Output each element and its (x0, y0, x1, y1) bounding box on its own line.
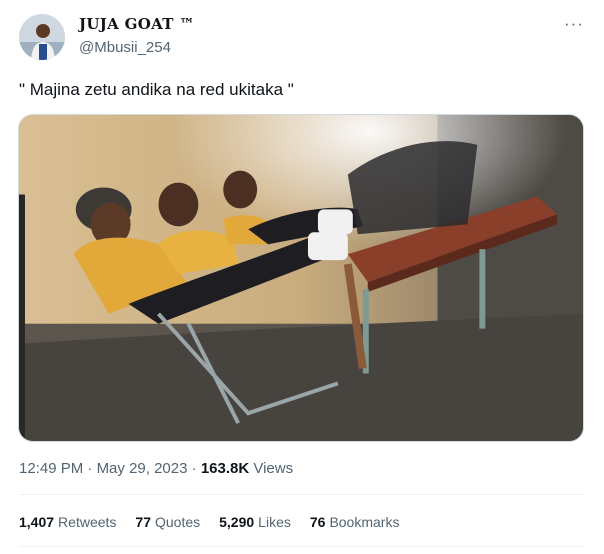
bookmarks-label: Bookmarks (329, 514, 400, 530)
tweet-meta: 12:49 PM · May 29, 2023 · 163.8K Views (19, 460, 293, 477)
likes-label: Likes (258, 514, 291, 530)
avatar-photo (19, 14, 65, 60)
author-avatar[interactable] (19, 14, 65, 60)
divider (19, 494, 585, 495)
views-label: Views (253, 460, 294, 477)
author-handle[interactable]: @Mbusii_254 (79, 39, 171, 56)
bookmarks-stat[interactable]: 76 Bookmarks (310, 514, 400, 530)
quotes-stat[interactable]: 77 Quotes (135, 514, 200, 530)
meta-separator: · (83, 460, 97, 477)
classroom-photo (19, 115, 583, 441)
tweet-time[interactable]: 12:49 PM (19, 460, 83, 477)
retweets-stat[interactable]: 1,407 Retweets (19, 514, 116, 530)
views-count: 163.8K (200, 460, 250, 477)
retweets-label: Retweets (58, 514, 117, 530)
tweet-photo[interactable] (18, 114, 584, 442)
meta-separator: · (187, 460, 201, 477)
tweet-text: " Majina zetu andika na red ukitaka " (19, 80, 294, 99)
likes-stat[interactable]: 5,290 Likes (219, 514, 291, 530)
divider (19, 546, 585, 547)
bookmarks-count: 76 (309, 514, 326, 530)
quotes-label: Quotes (154, 514, 201, 530)
author-display-name[interactable]: JUJA GOAT ™ (79, 15, 195, 33)
more-options-icon[interactable]: ··· (560, 12, 588, 36)
tweet-date[interactable]: May 29, 2023 (97, 460, 188, 477)
likes-count: 5,290 (219, 514, 255, 530)
quotes-count: 77 (135, 514, 151, 530)
tweet-stats: 1,407 Retweets 77 Quotes 5,290 Likes 76 Book… (19, 514, 418, 530)
tweet-card: JUJA GOAT ™ @Mbusii_254 ··· " Majina zet… (0, 0, 604, 554)
retweets-count: 1,407 (19, 514, 55, 530)
